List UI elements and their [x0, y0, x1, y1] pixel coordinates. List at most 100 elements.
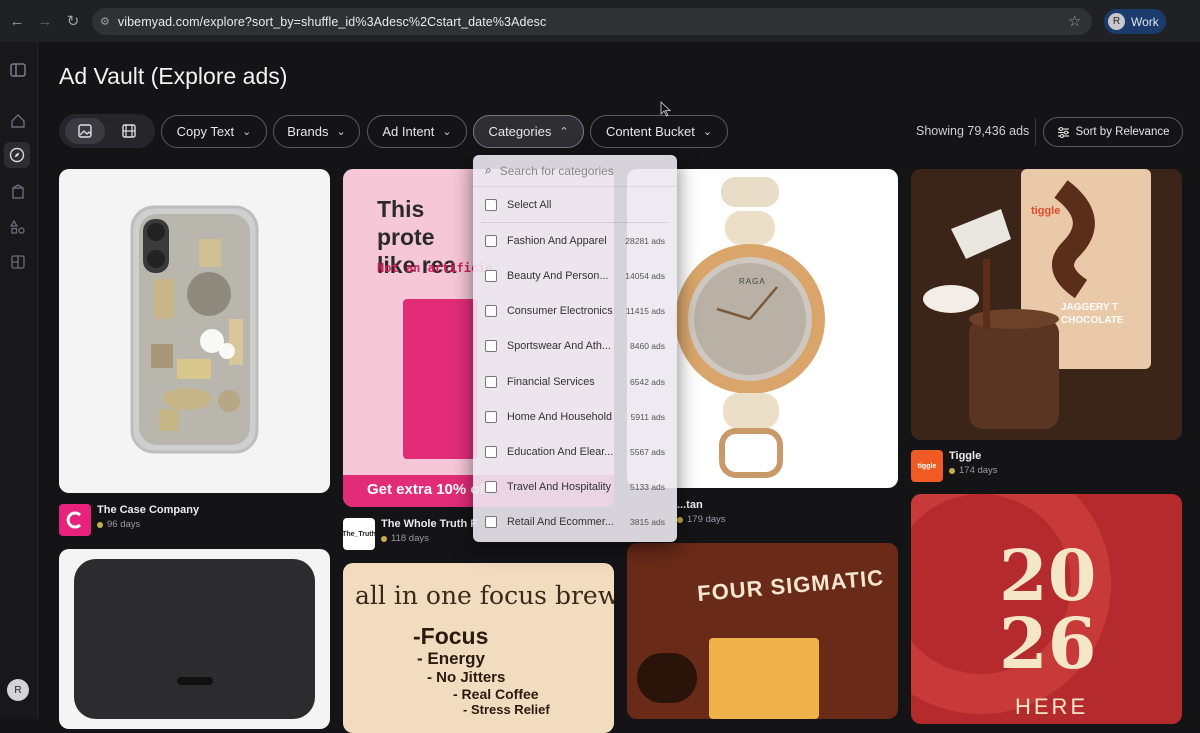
ad-card-2026[interactable]: 20 26 HERE [911, 494, 1182, 724]
ad-intent-filter[interactable]: Ad Intent ⌄ [367, 115, 467, 148]
copy-text-filter[interactable]: Copy Text ⌄ [161, 115, 267, 148]
category-option[interactable]: Travel And Hospitality 5133 ads [473, 470, 677, 505]
benefit-2: - Energy [417, 649, 486, 668]
option-label: Education And Elear... [507, 445, 614, 458]
benefit-1: -Focus [413, 623, 489, 649]
category-option[interactable]: Education And Elear... 5567 ads [473, 434, 677, 469]
view-toggle [59, 114, 155, 148]
categories-dropdown: ⌕ Search for categories Select All Fashi… [473, 155, 677, 542]
brands-filter[interactable]: Brands ⌄ [273, 115, 360, 148]
sort-button[interactable]: Sort by Relevance [1043, 117, 1183, 147]
sidebar-toggle-icon[interactable] [7, 59, 29, 81]
option-label: Sportswear And Ath... [507, 340, 611, 353]
checkbox[interactable] [485, 198, 497, 211]
shapes-icon[interactable] [7, 216, 29, 238]
checkbox[interactable] [485, 410, 497, 423]
chevron-down-icon: ⌄ [336, 126, 346, 138]
benefit-4: - Real Coffee [453, 686, 539, 702]
bookmark-star-icon[interactable]: ☆ [1068, 12, 1081, 30]
library-icon[interactable] [7, 251, 29, 273]
pack-text: JAGGERY T CHOCOLATE [1061, 302, 1124, 326]
ad-card-tiggle[interactable]: tiggle JAGGERY T CHOCOLATE [911, 169, 1182, 440]
browser-toolbar: ← → ↻ ⚙ vibemyad.com/explore?sort_by=shu… [0, 0, 1200, 42]
category-option[interactable]: Retail And Ecommer... 3815 ads [473, 505, 677, 540]
option-count: 28281 ads [625, 235, 665, 246]
checkbox[interactable] [485, 481, 497, 494]
category-search-placeholder: Search for categories [499, 163, 614, 178]
option-count: 5133 ads [630, 482, 665, 493]
option-count: 8460 ads [630, 341, 665, 352]
brands-building-icon[interactable] [7, 181, 29, 203]
ad-card-four-sigmatic[interactable]: FOUR SIGMATIC [627, 543, 898, 719]
brand-name[interactable]: ...tan [677, 499, 726, 511]
results-count: Showing 79,436 ads [916, 124, 1030, 138]
video-view-icon[interactable] [109, 118, 149, 144]
product-bag-image [709, 638, 819, 719]
select-all-option[interactable]: Select All [473, 187, 677, 222]
category-option[interactable]: Fashion And Apparel 28281 ads [473, 223, 677, 258]
brand-name[interactable]: Tiggle [949, 450, 998, 462]
checkbox[interactable] [485, 305, 497, 318]
category-option[interactable]: Home And Household 5911 ads [473, 399, 677, 434]
checkbox[interactable] [485, 445, 497, 458]
chevron-down-icon: ⌄ [442, 126, 452, 138]
category-option[interactable]: Sportswear And Ath... 8460 ads [473, 329, 677, 364]
category-option[interactable]: Beauty And Person... 14054 ads [473, 258, 677, 293]
run-days: 174 days [959, 465, 998, 476]
ad-brand-row: The_Truth The Whole Truth F 118 days [342, 518, 477, 550]
back-icon[interactable]: ← [6, 10, 28, 32]
categories-filter[interactable]: Categories ⌃ [473, 115, 584, 148]
here-word: HERE [1015, 694, 1089, 719]
checkbox[interactable] [485, 234, 497, 247]
charger-port [177, 677, 213, 685]
brand-name[interactable]: The Whole Truth F [381, 518, 477, 530]
option-label: Financial Services [507, 375, 595, 388]
option-count: 5567 ads [630, 446, 665, 457]
option-label: Consumer Electronics [507, 305, 613, 318]
home-icon[interactable] [7, 110, 29, 132]
ad-headline: all in one focus brew [355, 581, 614, 610]
year-bottom: 26 [999, 602, 1097, 685]
checkbox[interactable] [485, 340, 497, 353]
run-days: 179 days [687, 514, 726, 525]
user-avatar[interactable]: R [7, 679, 29, 701]
active-dot-icon [381, 535, 387, 542]
option-count: 5911 ads [630, 411, 665, 422]
page-title: Ad Vault (Explore ads) [59, 63, 288, 89]
site-settings-icon[interactable]: ⚙ [100, 15, 110, 28]
reload-icon[interactable]: ↻ [62, 10, 84, 32]
profile-avatar: R [1108, 13, 1125, 30]
brand-name[interactable]: The Case Company [97, 504, 199, 516]
checkbox[interactable] [485, 375, 497, 388]
category-option[interactable]: Financial Services 6542 ads [473, 364, 677, 399]
option-label: Select All [507, 198, 552, 211]
explore-compass-icon[interactable] [4, 142, 30, 168]
option-label: Home And Household [507, 410, 613, 423]
coffee-beans-image [637, 653, 697, 703]
profile-label: Work [1131, 14, 1159, 29]
category-search-input[interactable]: ⌕ Search for categories [473, 155, 677, 187]
checkbox[interactable] [485, 269, 497, 282]
divider [1035, 118, 1036, 146]
profile-button[interactable]: R Work [1104, 9, 1166, 34]
forward-icon[interactable]: → [34, 10, 56, 32]
product-pouch-image [403, 299, 478, 459]
ad-card-focus-brew[interactable]: all in one focus brew -Focus - Energy - … [343, 563, 614, 733]
content-bucket-filter[interactable]: Content Bucket ⌄ [590, 115, 728, 148]
phone-case-image [130, 205, 259, 454]
ad-card-charger[interactable] [59, 549, 330, 729]
benefit-3: - No Jitters [427, 669, 506, 686]
option-count: 14054 ads [625, 270, 665, 281]
checkbox[interactable] [485, 516, 497, 529]
ad-brand-row: tiggle Tiggle 174 days [911, 450, 998, 482]
ad-brand-row: The Case Company 96 days [59, 504, 199, 536]
address-bar[interactable]: ⚙ vibemyad.com/explore?sort_by=shuffle_i… [92, 8, 1092, 35]
option-count: 6542 ads [630, 376, 665, 387]
category-option[interactable]: Consumer Electronics 11415 ads [473, 294, 677, 329]
whole-truth-logo: The_Truth [342, 518, 376, 550]
sort-label: Sort by Relevance [1075, 126, 1170, 138]
option-label: Retail And Ecommer... [507, 516, 614, 529]
image-view-icon[interactable] [65, 118, 105, 144]
ad-card-case-company[interactable] [59, 169, 330, 493]
pack-brand: tiggle [1031, 205, 1061, 217]
